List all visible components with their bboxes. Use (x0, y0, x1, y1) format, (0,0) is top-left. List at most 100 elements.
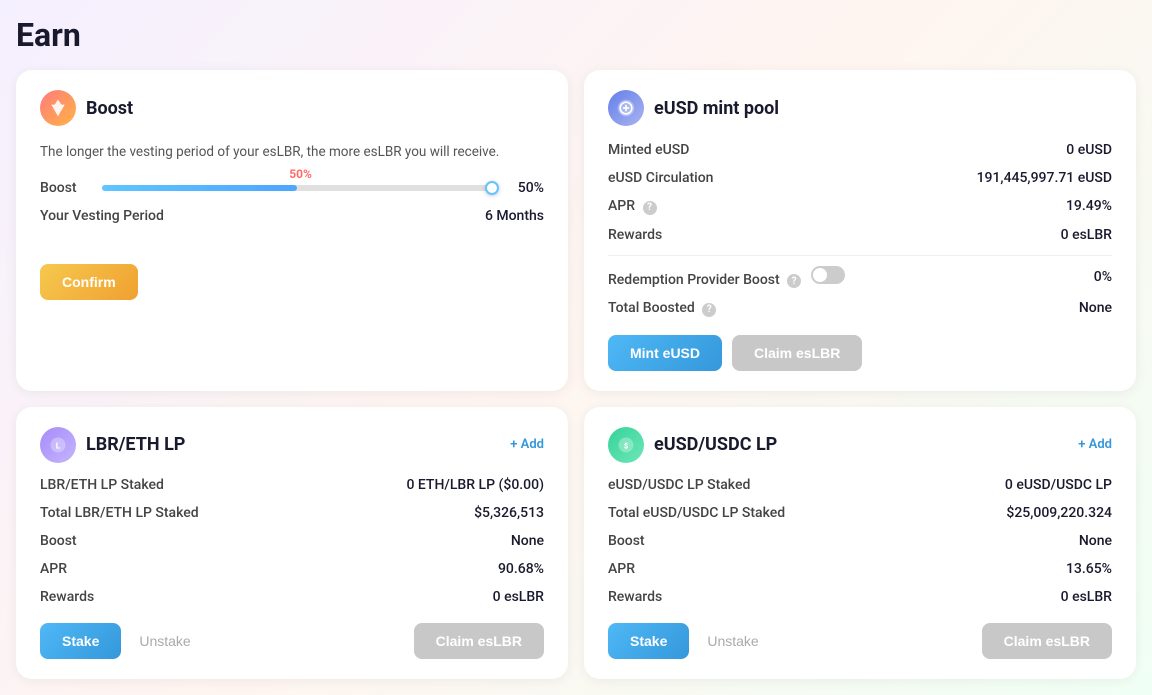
lbr-eth-card: L LBR/ETH LP + Add LBR/ETH LP Staked 0 E… (16, 407, 568, 679)
eusdusdc-boost-label: Boost (608, 533, 645, 549)
vesting-value: 6 Months (485, 208, 544, 224)
lbr-apr-row: APR 90.68% (40, 561, 544, 577)
eusd-usdc-actions: Stake Unstake Claim esLBR (608, 623, 1112, 659)
eusd-usdc-header-row: $ eUSD/USDC LP + Add (608, 427, 1112, 463)
divider-1 (608, 255, 1112, 256)
boost-pct-label: 50% (289, 167, 312, 181)
eusdusdc-stake-button[interactable]: Stake (608, 623, 689, 659)
total-boosted-value: None (1079, 300, 1112, 316)
eusd-usdc-icon: $ (608, 427, 644, 463)
eusd-usdc-card: $ eUSD/USDC LP + Add eUSD/USDC LP Staked… (584, 407, 1136, 679)
lbr-eth-actions: Stake Unstake Claim esLBR (40, 623, 544, 659)
eusdusdc-staked-label: eUSD/USDC LP Staked (608, 477, 750, 493)
claim-eslbr-button-eusd[interactable]: Claim esLBR (732, 335, 862, 371)
eusd-mint-card: eUSD mint pool Minted eUSD 0 eUSD eUSD C… (584, 70, 1136, 391)
boost-slider-container: 50% (102, 185, 492, 191)
lbr-boost-row: Boost None (40, 533, 544, 549)
eusdusdc-rewards-label: Rewards (608, 589, 662, 605)
apr-info-icon[interactable]: ? (643, 201, 657, 215)
lbr-staked-value: 0 ETH/LBR LP ($0.00) (406, 477, 544, 493)
eusdusdc-rewards-value: 0 esLBR (1061, 589, 1112, 605)
circulation-label: eUSD Circulation (608, 170, 713, 186)
minted-value: 0 eUSD (1066, 142, 1112, 158)
lbr-eth-header-left: L LBR/ETH LP (40, 427, 185, 463)
eusdusdc-apr-row: APR 13.65% (608, 561, 1112, 577)
boost-value: 50% (504, 180, 544, 196)
eusdusdc-unstake-button[interactable]: Unstake (699, 623, 766, 659)
boost-card-header: Boost (40, 90, 544, 126)
apr-value: 19.49% (1066, 198, 1112, 214)
lbr-boost-value: None (511, 533, 544, 549)
lbr-rewards-label: Rewards (40, 589, 94, 605)
circulation-row: eUSD Circulation 191,445,997.71 eUSD (608, 170, 1112, 186)
total-boosted-row: Total Boosted ? None (608, 300, 1112, 317)
apr-row: APR ? 19.49% (608, 198, 1112, 215)
eusdusdc-total-staked-label: Total eUSD/USDC LP Staked (608, 505, 785, 521)
boost-slider-thumb[interactable] (485, 181, 499, 195)
redemption-label: Redemption Provider Boost ? (608, 266, 845, 289)
lbr-rewards-value: 0 esLBR (493, 589, 544, 605)
redemption-info-icon[interactable]: ? (787, 274, 801, 288)
lbr-rewards-row: Rewards 0 esLBR (40, 589, 544, 605)
lbr-claim-button[interactable]: Claim esLBR (414, 623, 544, 659)
total-boosted-info-icon[interactable]: ? (702, 303, 716, 317)
lbr-unstake-button[interactable]: Unstake (131, 623, 198, 659)
boost-actions: Confirm (40, 264, 544, 300)
eusdusdc-claim-button[interactable]: Claim esLBR (982, 623, 1112, 659)
eusdusdc-apr-label: APR (608, 561, 635, 577)
circulation-value: 191,445,997.71 eUSD (977, 170, 1112, 186)
vesting-row: Your Vesting Period 6 Months (40, 208, 544, 224)
eusdusdc-staked-row: eUSD/USDC LP Staked 0 eUSD/USDC LP (608, 477, 1112, 493)
lbr-staked-row: LBR/ETH LP Staked 0 ETH/LBR LP ($0.00) (40, 477, 544, 493)
lbr-total-staked-value: $5,326,513 (474, 505, 544, 521)
eusd-card-header: eUSD mint pool (608, 90, 1112, 126)
mint-eusd-button[interactable]: Mint eUSD (608, 335, 722, 371)
eusd-usdc-header-left: $ eUSD/USDC LP (608, 427, 777, 463)
lbr-staked-label: LBR/ETH LP Staked (40, 477, 164, 493)
rewards-row: Rewards 0 esLBR (608, 227, 1112, 243)
boost-icon (40, 90, 76, 126)
eusdusdc-total-staked-row: Total eUSD/USDC LP Staked $25,009,220.32… (608, 505, 1112, 521)
lbr-stake-button[interactable]: Stake (40, 623, 121, 659)
rewards-value: 0 esLBR (1061, 227, 1112, 243)
confirm-button[interactable]: Confirm (40, 264, 138, 300)
vesting-label: Your Vesting Period (40, 208, 164, 224)
eusdusdc-apr-value: 13.65% (1066, 561, 1112, 577)
boost-description: The longer the vesting period of your es… (40, 142, 544, 162)
page-title: Earn (16, 16, 1136, 54)
lbr-boost-label: Boost (40, 533, 77, 549)
eusd-card-title: eUSD mint pool (654, 98, 779, 119)
eusdusdc-boost-row: Boost None (608, 533, 1112, 549)
eusd-icon (608, 90, 644, 126)
eusd-card-actions: Mint eUSD Claim esLBR (608, 335, 1112, 371)
lbr-total-staked-row: Total LBR/ETH LP Staked $5,326,513 (40, 505, 544, 521)
minted-row: Minted eUSD 0 eUSD (608, 142, 1112, 158)
main-grid: Boost The longer the vesting period of y… (16, 70, 1136, 679)
boost-card-title: Boost (86, 98, 133, 119)
lbr-eth-add-link[interactable]: + Add (510, 437, 544, 452)
minted-label: Minted eUSD (608, 142, 689, 158)
boost-slider-track: 50% (102, 185, 492, 191)
boost-label: Boost (40, 180, 90, 196)
eusd-usdc-title: eUSD/USDC LP (654, 434, 777, 455)
eusdusdc-rewards-row: Rewards 0 esLBR (608, 589, 1112, 605)
lbr-eth-icon: L (40, 427, 76, 463)
eusdusdc-boost-value: None (1079, 533, 1112, 549)
toggle-slider (811, 266, 845, 284)
svg-text:$: $ (624, 441, 628, 450)
svg-text:L: L (56, 441, 61, 451)
redemption-toggle[interactable] (811, 266, 845, 284)
boost-slider-row: Boost 50% 50% (40, 180, 544, 196)
redemption-row: Redemption Provider Boost ? 0% (608, 266, 1112, 289)
lbr-eth-header-row: L LBR/ETH LP + Add (40, 427, 544, 463)
lbr-total-staked-label: Total LBR/ETH LP Staked (40, 505, 199, 521)
lbr-eth-title: LBR/ETH LP (86, 434, 185, 455)
eusdusdc-total-staked-value: $25,009,220.324 (1006, 505, 1112, 521)
boost-slider-fill (102, 185, 297, 191)
rewards-label: Rewards (608, 227, 662, 243)
eusd-usdc-add-link[interactable]: + Add (1078, 437, 1112, 452)
apr-label: APR ? (608, 198, 657, 215)
lbr-apr-value: 90.68% (498, 561, 544, 577)
lbr-apr-label: APR (40, 561, 67, 577)
eusdusdc-staked-value: 0 eUSD/USDC LP (1005, 477, 1112, 493)
